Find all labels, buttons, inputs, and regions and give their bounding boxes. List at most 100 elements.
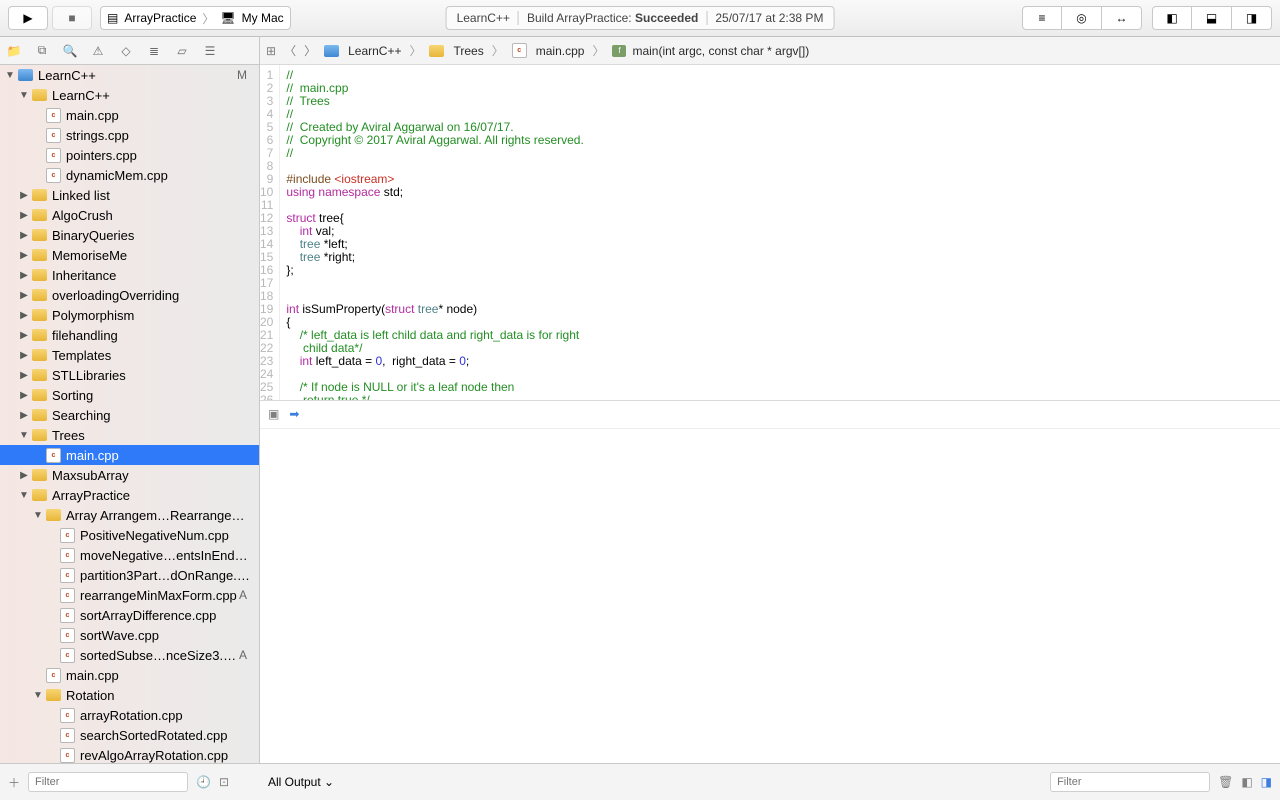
- find-navigator-tab[interactable]: 🔍: [62, 43, 78, 59]
- tree-item[interactable]: ▶Templates: [0, 345, 259, 365]
- tree-item[interactable]: cpointers.cpp: [0, 145, 259, 165]
- disclosure-triangle[interactable]: ▶: [18, 310, 30, 321]
- code-line[interactable]: int isSumProperty(struct tree* node): [286, 303, 583, 316]
- output-selector[interactable]: All Output ⌄: [268, 775, 334, 789]
- tree-item[interactable]: ▶Sorting: [0, 385, 259, 405]
- tree-item[interactable]: csortWave.cpp: [0, 625, 259, 645]
- editor-standard-button[interactable]: ≡: [1022, 6, 1062, 30]
- disclosure-triangle[interactable]: ▶: [18, 270, 30, 281]
- tree-item[interactable]: ▶MaxsubArray: [0, 465, 259, 485]
- code-line[interactable]: [286, 277, 583, 290]
- project-root[interactable]: ▼LearnC++M: [0, 65, 259, 85]
- jumpbar-symbol[interactable]: fmain(int argc, const char * argv[]): [612, 44, 809, 58]
- tree-item[interactable]: csortedSubse…nceSize3.cppA: [0, 645, 259, 665]
- console[interactable]: [260, 428, 1280, 764]
- right-pane-icon[interactable]: ◨: [1261, 775, 1272, 789]
- symbol-navigator-tab[interactable]: ⧉: [34, 43, 50, 59]
- tree-item[interactable]: ▶filehandling: [0, 325, 259, 345]
- continue-icon[interactable]: ➡: [289, 407, 299, 421]
- panel-bottom-button[interactable]: ⬓: [1192, 6, 1232, 30]
- panel-right-button[interactable]: ◨: [1232, 6, 1272, 30]
- panel-left-button[interactable]: ◧: [1152, 6, 1192, 30]
- disclosure-triangle[interactable]: ▼: [18, 490, 30, 501]
- left-pane-icon[interactable]: ◧: [1241, 775, 1252, 789]
- related-items-icon[interactable]: ⊞: [266, 44, 276, 58]
- tree-item[interactable]: ▼LearnC++: [0, 85, 259, 105]
- editor-version-button[interactable]: ↔: [1102, 6, 1142, 30]
- tree-item[interactable]: csearchSortedRotated.cpp: [0, 725, 259, 745]
- code-content[interactable]: //// main.cpp// Trees//// Created by Avi…: [280, 65, 583, 400]
- report-navigator-tab[interactable]: ☰: [202, 43, 218, 59]
- breakpoint-navigator-tab[interactable]: ▱: [174, 43, 190, 59]
- disclosure-triangle[interactable]: ▶: [18, 190, 30, 201]
- tree-item[interactable]: ▼Array Arrangem…Rearrangement: [0, 505, 259, 525]
- tree-item[interactable]: ▼Trees: [0, 425, 259, 445]
- tree-item[interactable]: ▼ArrayPractice: [0, 485, 259, 505]
- add-file-button[interactable]: ＋: [8, 774, 20, 791]
- tree-item[interactable]: cdynamicMem.cpp: [0, 165, 259, 185]
- tree-item[interactable]: carrayRotation.cpp: [0, 705, 259, 725]
- forward-button[interactable]: 〉: [304, 42, 316, 59]
- disclosure-triangle[interactable]: ▶: [18, 210, 30, 221]
- code-line[interactable]: };: [286, 264, 583, 277]
- tree-item[interactable]: ▶BinaryQueries: [0, 225, 259, 245]
- recent-filter-icon[interactable]: 🕘: [196, 775, 211, 789]
- tree-item[interactable]: cmain.cpp: [0, 105, 259, 125]
- tree-item[interactable]: cmain.cpp: [0, 445, 259, 465]
- issue-navigator-tab[interactable]: ⚠: [90, 43, 106, 59]
- tree-item[interactable]: cpartition3Part…dOnRange.cpp: [0, 565, 259, 585]
- disclosure-triangle[interactable]: ▶: [18, 390, 30, 401]
- jumpbar-file[interactable]: cmain.cpp: [512, 43, 585, 58]
- code-line[interactable]: //: [286, 147, 583, 160]
- editor-assistant-button[interactable]: ◎: [1062, 6, 1102, 30]
- build-status[interactable]: LearnC++ Build ArrayPractice: Succeeded …: [446, 6, 835, 30]
- tree-item[interactable]: csortArrayDifference.cpp: [0, 605, 259, 625]
- disclosure-triangle[interactable]: ▶: [18, 250, 30, 261]
- disclosure-triangle[interactable]: ▶: [18, 470, 30, 481]
- code-line[interactable]: int left_data = 0, right_data = 0;: [286, 355, 583, 368]
- disclosure-triangle[interactable]: ▶: [18, 230, 30, 241]
- scm-filter-icon[interactable]: ⊡: [219, 775, 229, 789]
- disclosure-triangle[interactable]: ▶: [18, 350, 30, 361]
- tree-item[interactable]: cmoveNegative…entsInEnd.cpp: [0, 545, 259, 565]
- tree-item[interactable]: crevAlgoArrayRotation.cpp: [0, 745, 259, 763]
- project-tree[interactable]: ▼LearnC++M▼LearnC++cmain.cppcstrings.cpp…: [0, 65, 259, 763]
- code-line[interactable]: using namespace std;: [286, 186, 583, 199]
- tree-item[interactable]: ▶Linked list: [0, 185, 259, 205]
- console-filter[interactable]: [1050, 772, 1210, 792]
- disclosure-triangle[interactable]: ▶: [18, 290, 30, 301]
- tree-item[interactable]: cPositiveNegativeNum.cpp: [0, 525, 259, 545]
- code-line[interactable]: tree *right;: [286, 251, 583, 264]
- tree-item[interactable]: ▶overloadingOverriding: [0, 285, 259, 305]
- trash-icon[interactable]: 🗑: [1218, 775, 1233, 789]
- tree-item[interactable]: crearrangeMinMaxForm.cppA: [0, 585, 259, 605]
- tree-item[interactable]: ▶Inheritance: [0, 265, 259, 285]
- jumpbar-folder[interactable]: Trees: [429, 44, 483, 58]
- jumpbar-project[interactable]: LearnC++: [324, 44, 401, 58]
- run-button[interactable]: ▶: [8, 6, 48, 30]
- disclosure-triangle[interactable]: ▼: [32, 690, 44, 701]
- disclosure-triangle[interactable]: ▶: [18, 370, 30, 381]
- disclosure-triangle[interactable]: ▶: [18, 330, 30, 341]
- code-editor[interactable]: 1234567891011121314151617181920212223242…: [260, 65, 1280, 400]
- disclosure-triangle[interactable]: ▼: [18, 430, 30, 441]
- disclosure-triangle[interactable]: ▼: [4, 70, 16, 81]
- line-gutter[interactable]: 1234567891011121314151617181920212223242…: [260, 65, 280, 400]
- toggle-debug-icon[interactable]: ▣: [268, 407, 279, 421]
- disclosure-triangle[interactable]: ▶: [18, 410, 30, 421]
- tree-item[interactable]: ▼Rotation: [0, 685, 259, 705]
- tree-item[interactable]: ▶AlgoCrush: [0, 205, 259, 225]
- tree-item[interactable]: ▶Polymorphism: [0, 305, 259, 325]
- tree-item[interactable]: ▶MemoriseMe: [0, 245, 259, 265]
- code-line[interactable]: // Trees: [286, 95, 583, 108]
- test-navigator-tab[interactable]: ◇: [118, 43, 134, 59]
- tree-item[interactable]: ▶STLLibraries: [0, 365, 259, 385]
- disclosure-triangle[interactable]: ▼: [18, 90, 30, 101]
- disclosure-triangle[interactable]: ▼: [32, 510, 44, 521]
- debug-navigator-tab[interactable]: ≣: [146, 43, 162, 59]
- tree-item[interactable]: ▶Searching: [0, 405, 259, 425]
- navigator-filter[interactable]: [28, 772, 188, 792]
- scheme-selector[interactable]: ▤ ArrayPractice 〉 🖥 My Mac: [100, 6, 291, 30]
- code-line[interactable]: // Copyright © 2017 Aviral Aggarwal. All…: [286, 134, 583, 147]
- tree-item[interactable]: cmain.cpp: [0, 665, 259, 685]
